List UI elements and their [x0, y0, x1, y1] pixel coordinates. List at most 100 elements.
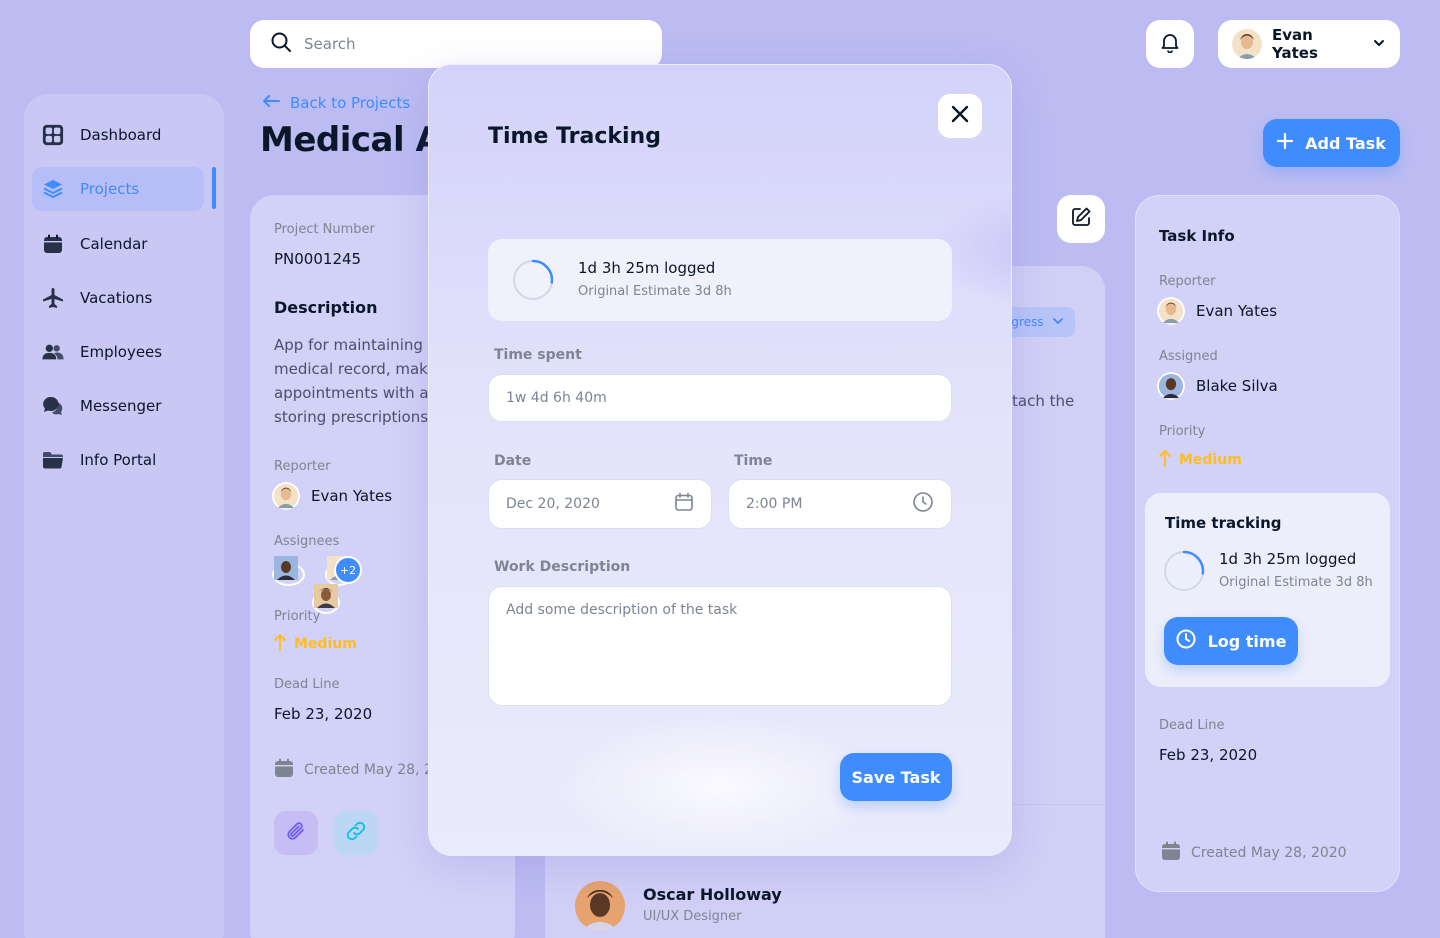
time-spent-value: 1w 4d 6h 40m: [506, 390, 607, 406]
sidebar-item-label: Employees: [80, 343, 163, 361]
logged-summary: [488, 239, 952, 321]
task-info-title: Task Info: [1159, 227, 1235, 245]
log-time-label: Log time: [1207, 631, 1287, 651]
priority-label: Priority: [274, 609, 321, 624]
logged-time: 1d 3h 25m logged: [578, 259, 716, 277]
priority-value: Medium: [274, 633, 357, 655]
logged-time: 1d 3h 25m logged: [1219, 550, 1357, 568]
status-text: gress: [1011, 315, 1044, 329]
date-input[interactable]: Dec 20, 2020: [488, 479, 712, 529]
paperclip-icon: [285, 820, 307, 846]
sidebar-item-label: Vacations: [80, 289, 153, 307]
chevron-down-icon: [1052, 315, 1064, 330]
link-icon: [345, 820, 367, 846]
add-task-button[interactable]: Add Task: [1263, 119, 1400, 167]
person-name: Oscar Holloway: [643, 885, 782, 904]
chevron-down-icon: [1372, 35, 1386, 54]
add-link-button[interactable]: [334, 811, 378, 855]
notifications-button[interactable]: [1146, 20, 1194, 68]
assignees-label: Assignees: [274, 534, 340, 549]
original-estimate: Original Estimate 3d 8h: [578, 284, 732, 299]
work-description-placeholder: Add some description of the task: [506, 602, 738, 618]
priority-text: Medium: [1179, 452, 1242, 468]
user-name: Evan Yates: [1272, 26, 1318, 62]
reporter-label: Reporter: [1159, 274, 1216, 289]
time-label: Time: [734, 453, 773, 469]
priority-text: Medium: [294, 636, 357, 652]
log-time-button[interactable]: Log time: [1164, 617, 1298, 665]
project-number-label: Project Number: [274, 222, 375, 237]
assigned-label: Assigned: [1159, 349, 1218, 364]
sidebar: Dashboard Projects Calendar Vacations Em…: [24, 94, 224, 938]
created-date: Created May 28, 20: [274, 758, 442, 782]
progress-ring: [1163, 550, 1205, 592]
deadline-label: Dead Line: [274, 677, 340, 692]
description-line: App for maintaining y: [274, 336, 428, 354]
time-input[interactable]: 2:00 PM: [728, 479, 952, 529]
sidebar-item-dashboard[interactable]: Dashboard: [32, 113, 204, 157]
search-bar[interactable]: Search: [250, 20, 662, 68]
clock-icon[interactable]: [912, 491, 934, 517]
modal-title: Time Tracking: [488, 124, 661, 149]
sidebar-item-messenger[interactable]: Messenger: [32, 384, 204, 428]
search-input[interactable]: Search: [304, 35, 356, 53]
priority-label: Priority: [1159, 424, 1206, 439]
clock-icon: [1176, 629, 1196, 653]
calendar-icon[interactable]: [674, 492, 694, 516]
time-value: 2:00 PM: [746, 496, 803, 512]
edit-button[interactable]: [1057, 195, 1105, 243]
deadline-value: Feb 23, 2020: [274, 705, 373, 723]
add-task-label: Add Task: [1305, 133, 1386, 153]
date-label: Date: [494, 453, 532, 469]
created-text: Created May 28, 20: [304, 762, 442, 778]
person-role: UI/UX Designer: [643, 909, 742, 924]
avatar: [272, 556, 306, 586]
sidebar-item-vacations[interactable]: Vacations: [32, 276, 204, 320]
work-description-textarea[interactable]: Add some description of the task: [488, 586, 952, 706]
sidebar-item-label: Info Portal: [80, 451, 157, 469]
created-text: Created May 28, 2020: [1191, 845, 1347, 861]
search-icon: [270, 31, 292, 57]
sidebar-item-info-portal[interactable]: Info Portal: [32, 438, 204, 482]
calendar-icon: [274, 758, 294, 782]
sidebar-item-label: Calendar: [80, 235, 148, 253]
avatar: [575, 881, 625, 931]
avatar: [1157, 372, 1185, 400]
close-icon: [951, 105, 969, 127]
bell-icon: [1159, 31, 1181, 57]
sidebar-item-label: Dashboard: [80, 126, 162, 144]
avatar: [1232, 29, 1262, 59]
save-task-button[interactable]: Save Task: [840, 753, 952, 801]
back-label: Back to Projects: [290, 94, 411, 112]
assigned-name: Blake Silva: [1196, 377, 1278, 395]
assigned: Blake Silva: [1157, 372, 1278, 400]
sidebar-active-indicator: [212, 167, 216, 209]
arrow-left-icon: [262, 94, 280, 112]
plane-icon: [42, 287, 64, 309]
arrow-up-icon: [274, 633, 286, 655]
dashboard-icon: [42, 124, 64, 146]
project-number: PN0001245: [274, 250, 362, 268]
close-button[interactable]: [938, 94, 982, 138]
arrow-up-icon: [1159, 449, 1171, 471]
description-line: medical record, makin: [274, 360, 428, 378]
sidebar-item-employees[interactable]: Employees: [32, 330, 204, 374]
priority-value: Medium: [1159, 449, 1242, 471]
reporter-name: Evan Yates: [311, 487, 393, 505]
sidebar-item-label: Messenger: [80, 397, 162, 415]
sidebar-item-calendar[interactable]: Calendar: [32, 222, 204, 266]
back-to-projects-link[interactable]: Back to Projects: [262, 94, 410, 112]
more-assignees-badge[interactable]: +2: [334, 556, 362, 584]
time-spent-input[interactable]: 1w 4d 6h 40m: [488, 374, 952, 422]
description-line: appointments with a d: [274, 384, 428, 402]
assignees-avatars[interactable]: +2: [272, 556, 364, 614]
user-menu[interactable]: Evan Yates: [1218, 20, 1400, 68]
calendar-icon: [42, 233, 64, 255]
attach-file-button[interactable]: [274, 811, 318, 855]
created-date: Created May 28, 2020: [1161, 841, 1347, 865]
sidebar-item-projects[interactable]: Projects: [32, 167, 204, 211]
chat-icon: [42, 395, 64, 417]
reporter-name: Evan Yates: [1196, 302, 1278, 320]
time-spent-label: Time spent: [494, 347, 582, 363]
reporter: Evan Yates: [1157, 297, 1277, 325]
